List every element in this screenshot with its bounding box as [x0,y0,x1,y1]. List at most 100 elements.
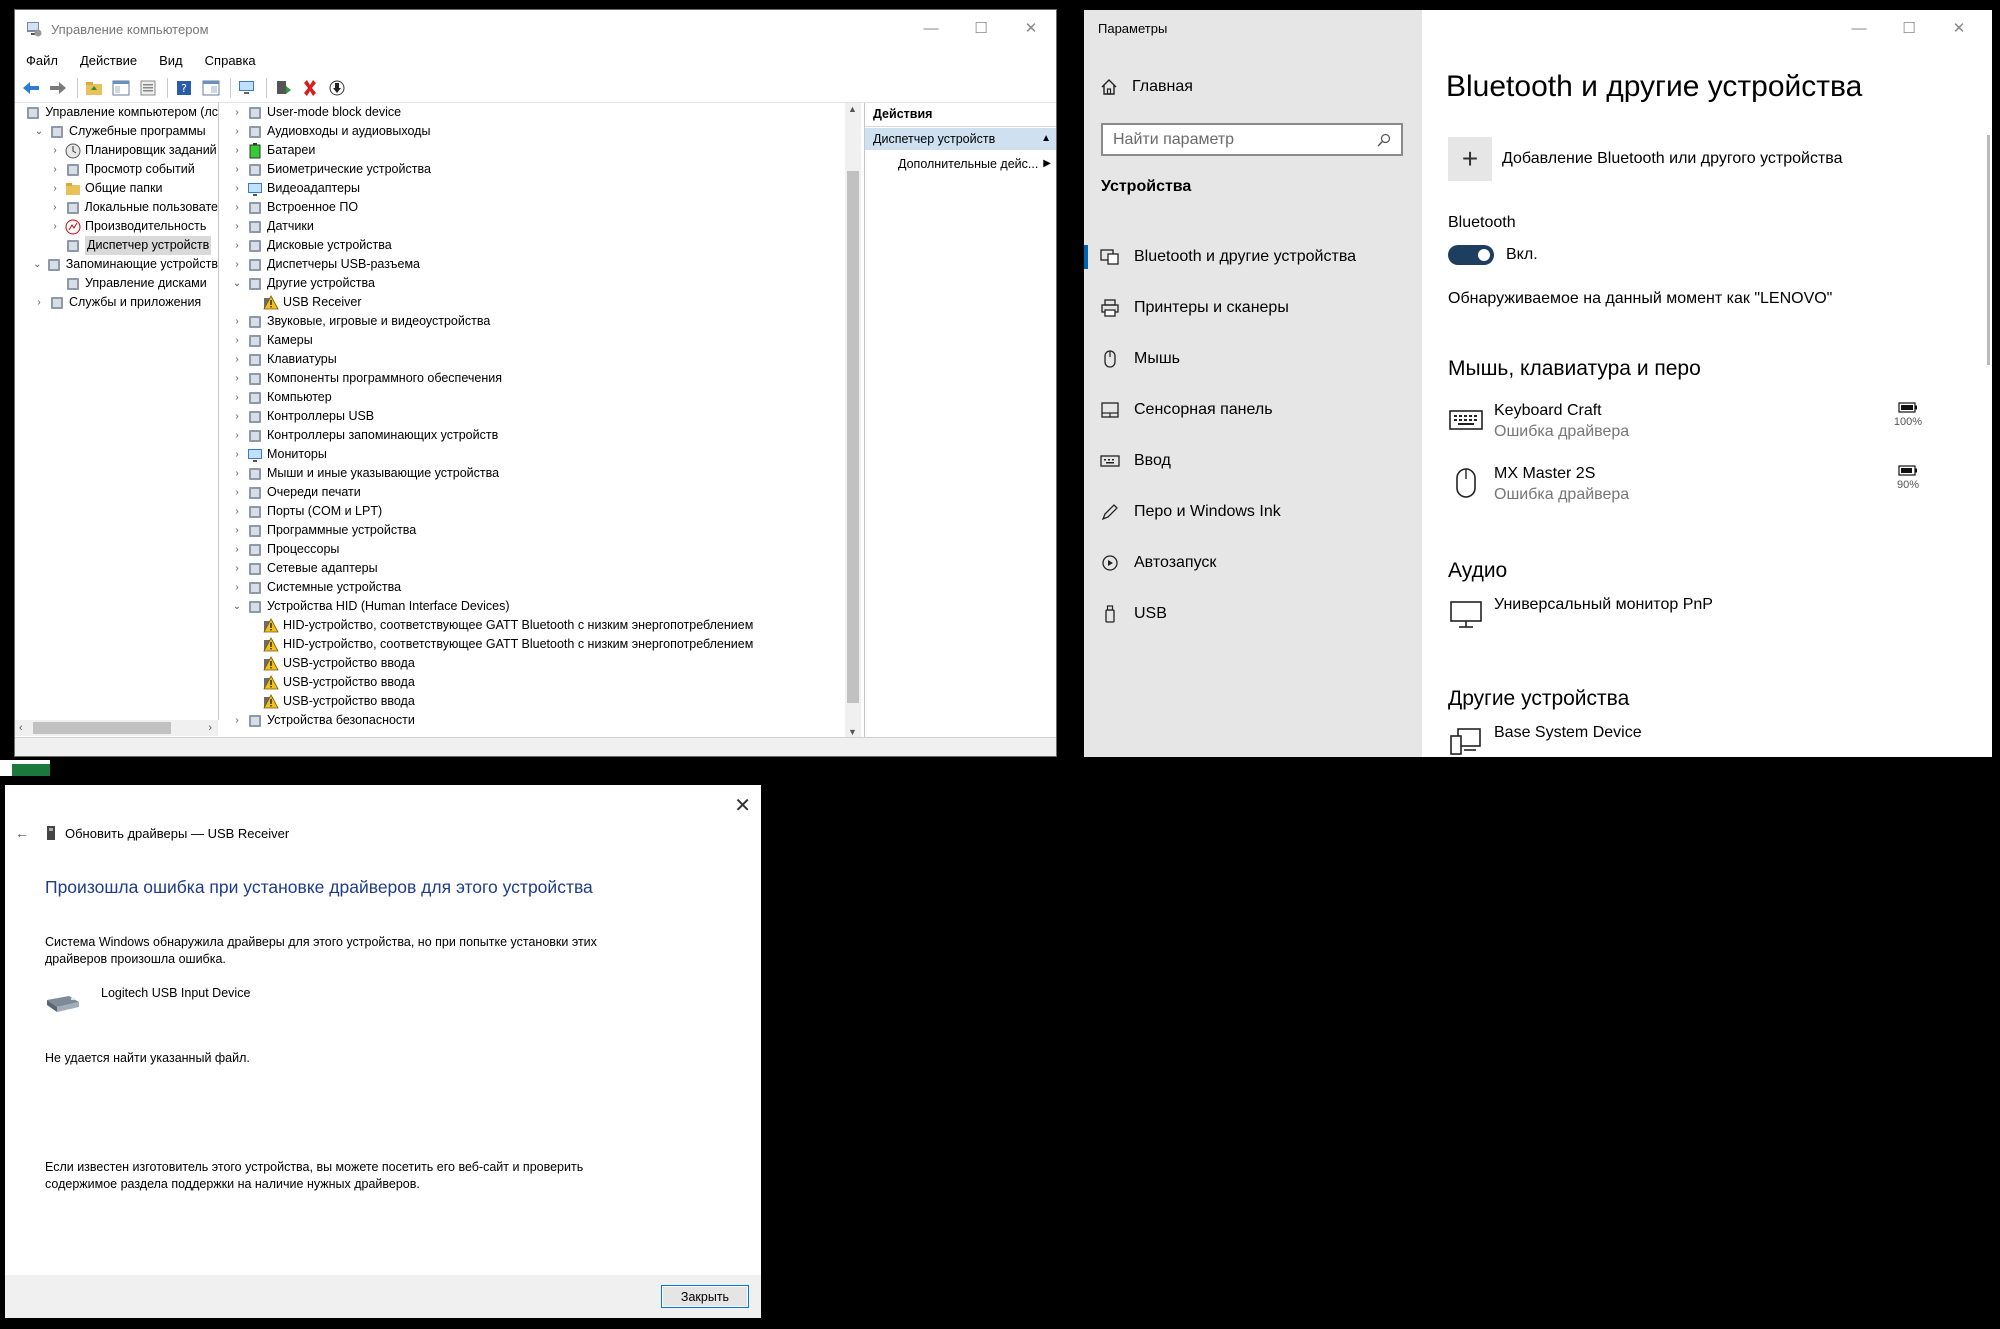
chevron-right-icon[interactable]: › [231,160,243,179]
forward-button[interactable] [46,77,70,99]
show-hide-tree-button[interactable] [109,77,133,99]
close-icon[interactable]: ✕ [734,793,751,818]
tree-row[interactable]: › Компоненты программного обеспечения [221,369,859,388]
chevron-right-icon[interactable]: › [231,578,243,597]
tree-row[interactable]: › Мониторы [221,445,859,464]
tree-row[interactable]: › Клавиатуры [221,350,859,369]
collapse-up-icon[interactable]: ▲ [1041,128,1051,150]
tree-row[interactable]: › Планировщик заданий [15,141,218,160]
nav-item[interactable]: Ввод [1084,435,1422,486]
chevron-right-icon[interactable]: › [231,198,243,217]
chevron-right-icon[interactable]: › [231,122,243,141]
tree-row[interactable]: HID-устройство, соответствующее GATT Blu… [221,616,859,635]
chevron-right-icon[interactable]: › [231,236,243,255]
tree-row[interactable]: › Процессоры [221,540,859,559]
vertical-scrollbar[interactable]: ▲ ▼ [845,103,861,738]
tree-row[interactable]: › Аудиовходы и аудиовыходы [221,122,859,141]
tree-row[interactable]: USB-устройство ввода [221,673,859,692]
menu-action[interactable]: Действие [69,50,148,72]
actions-device-manager[interactable]: Диспетчер устройств ▲ [865,128,1056,150]
device-pnp-monitor[interactable]: Универсальный монитор PnP [1448,596,1928,632]
chevron-right-icon[interactable]: › [49,160,61,179]
menu-help[interactable]: Справка [194,50,267,72]
chevron-right-icon[interactable]: › [231,217,243,236]
chevron-right-icon[interactable]: › [231,540,243,559]
back-button[interactable] [19,77,43,99]
vertical-scrollbar[interactable] [1987,135,1990,365]
chevron-right-icon[interactable]: › [231,103,243,122]
nav-item[interactable]: Bluetooth и другие устройства [1084,231,1422,282]
tree-row[interactable]: › Системные устройства [221,578,859,597]
tree-row[interactable]: › Мыши и иные указывающие устройства [221,464,859,483]
nav-item[interactable]: Принтеры и сканеры [1084,282,1422,333]
tree-row[interactable]: › Диспетчеры USB-разъема [221,255,859,274]
tree-row[interactable]: › Локальные пользовате [15,198,218,217]
add-device-button[interactable]: + Добавление Bluetooth или другого устро… [1448,137,1843,181]
home-link[interactable]: Главная [1100,78,1193,96]
scrollbar-thumb[interactable] [33,722,171,734]
tree-row[interactable]: › Камеры [221,331,859,350]
chevron-down-icon[interactable]: ⌄ [33,255,42,274]
tree-row[interactable]: USB-устройство ввода [221,692,859,711]
tree-row[interactable]: › Службы и приложения [15,293,218,312]
chevron-down-icon[interactable]: ⌄ [231,274,243,293]
tree-row[interactable]: ⌄ Устройства HID (Human Interface Devices… [221,597,859,616]
nav-item[interactable]: Сенсорная панель [1084,384,1422,435]
export-list-button[interactable] [136,77,160,99]
help-button[interactable]: ? [172,77,196,99]
tree-row[interactable]: Управление компьютером (лс [15,103,218,122]
chevron-right-icon[interactable]: › [231,711,243,730]
actions-more[interactable]: Дополнительные дейс... ▶ [865,153,1056,175]
tree-row[interactable]: Диспетчер устройств [15,236,218,255]
tree-row[interactable]: USB-устройство ввода [221,654,859,673]
chevron-right-icon[interactable]: › [231,350,243,369]
tree-row[interactable]: › Просмотр событий [15,160,218,179]
uninstall-device-button[interactable] [298,77,322,99]
tree-row[interactable]: › Сетевые адаптеры [221,559,859,578]
nav-item[interactable]: Мышь [1084,333,1422,384]
chevron-right-icon[interactable]: › [231,483,243,502]
chevron-right-icon[interactable]: › [231,141,243,160]
tree-row[interactable]: › Компьютер [221,388,859,407]
up-folder-button[interactable] [82,77,106,99]
scrollbar-thumb[interactable] [847,171,859,703]
maximize-button[interactable]: ☐ [956,10,1006,46]
maximize-button[interactable]: ☐ [1884,10,1934,46]
tree-row[interactable]: › Дисковые устройства [221,236,859,255]
tree-row[interactable]: › Контроллеры USB [221,407,859,426]
chevron-right-icon[interactable]: › [231,255,243,274]
minimize-button[interactable]: — [1834,10,1884,46]
chevron-right-icon[interactable]: › [231,312,243,331]
scan-hardware-button[interactable] [235,77,259,99]
tree-row[interactable]: › Программные устройства [221,521,859,540]
chevron-right-icon[interactable]: › [231,179,243,198]
tree-row[interactable]: › Общие папки [15,179,218,198]
tree-row[interactable]: › Встроенное ПО [221,198,859,217]
tree-row[interactable]: › Порты (COM и LPT) [221,502,859,521]
chevron-right-icon[interactable]: › [231,331,243,350]
tree-row[interactable]: › Датчики [221,217,859,236]
minimize-button[interactable]: — [906,10,956,46]
tree-row[interactable]: › Батареи [221,141,859,160]
nav-item[interactable]: USB [1084,588,1422,639]
close-button[interactable]: ✕ [1934,10,1984,46]
chevron-right-icon[interactable]: › [231,559,243,578]
tree-row[interactable]: › Звуковые, игровые и видеоустройства [221,312,859,331]
tree-row[interactable]: › Контроллеры запоминающих устройств [221,426,859,445]
tree-row[interactable]: › Видеоадаптеры [221,179,859,198]
chevron-down-icon[interactable]: ⌄ [33,122,45,141]
properties-button[interactable] [199,77,223,99]
enable-device-button[interactable] [325,77,349,99]
chevron-right-icon[interactable]: › [231,388,243,407]
tree-row[interactable]: HID-устройство, соответствующее GATT Blu… [221,635,859,654]
close-button[interactable]: Закрыть [661,1285,749,1308]
close-button[interactable]: ✕ [1006,10,1056,46]
device-mx-master[interactable]: MX Master 2S Ошибка драйвера 90% [1448,465,1928,504]
chevron-right-icon[interactable]: › [231,407,243,426]
chevron-right-icon[interactable]: › [49,141,61,160]
nav-item[interactable]: Перо и Windows Ink [1084,486,1422,537]
chevron-right-icon[interactable]: › [231,502,243,521]
chevron-right-icon[interactable]: › [49,179,61,198]
chevron-right-icon[interactable]: › [49,198,61,217]
toggle-switch[interactable] [1448,245,1494,265]
